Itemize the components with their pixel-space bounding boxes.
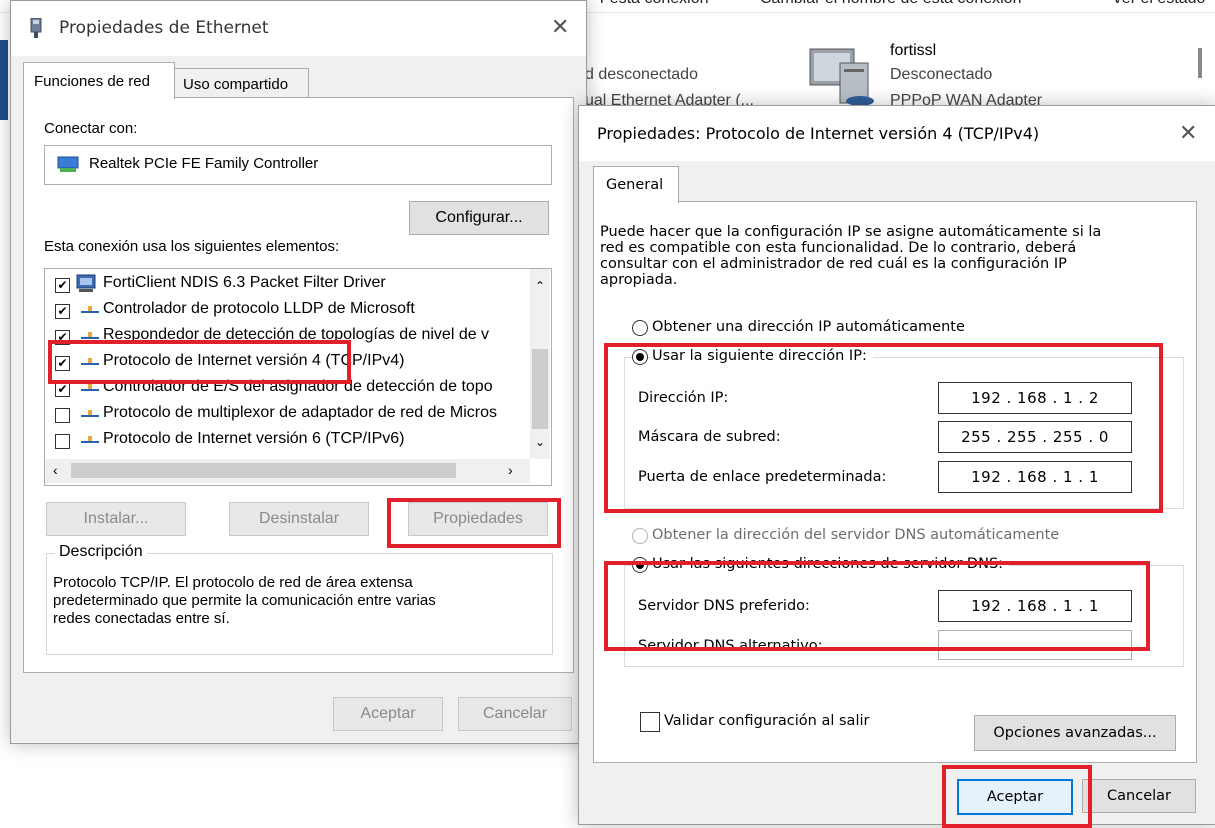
uninstall-button[interactable]: Desinstalar bbox=[229, 502, 369, 536]
item-label: Protocolo de Internet versión 6 (TCP/IPv… bbox=[103, 430, 405, 447]
intro-line: consultar con el administrador de red cu… bbox=[600, 256, 1067, 272]
dialog-title: Propiedades: Protocolo de Internet versi… bbox=[597, 124, 1040, 143]
dns-manual-radio[interactable] bbox=[632, 557, 648, 573]
scroll-right-icon[interactable]: › bbox=[508, 462, 513, 478]
horizontal-scrollbar[interactable]: ‹ › bbox=[45, 459, 530, 483]
scrollbar-thumb[interactable] bbox=[532, 349, 548, 429]
checkbox[interactable]: ✔ bbox=[55, 356, 70, 371]
dns-auto-radio[interactable] bbox=[632, 528, 648, 544]
ok-button[interactable]: Aceptar bbox=[333, 697, 443, 731]
elements-label: Esta conexión usa los siguientes element… bbox=[44, 238, 340, 255]
tab-general[interactable]: General bbox=[593, 166, 679, 203]
install-button[interactable]: Instalar... bbox=[46, 502, 186, 536]
adapter-field: Realtek PCIe FE Family Controller bbox=[44, 145, 552, 185]
close-icon[interactable]: ✕ bbox=[1179, 122, 1197, 144]
advanced-options-button[interactable]: Opciones avanzadas... bbox=[974, 715, 1176, 751]
ip-auto-radio[interactable] bbox=[632, 320, 648, 336]
checkbox[interactable]: ✔ bbox=[55, 330, 70, 345]
description-line: redes conectadas entre sí. bbox=[53, 610, 230, 627]
scroll-down-icon[interactable]: ⌄ bbox=[535, 435, 545, 449]
checkbox[interactable] bbox=[55, 434, 70, 449]
protocol-icon bbox=[81, 332, 99, 339]
tab-label: Uso compartido bbox=[183, 76, 289, 93]
close-icon[interactable]: ✕ bbox=[551, 16, 569, 38]
preferred-dns-input[interactable]: 192 . 168 . 1 . 1 bbox=[938, 590, 1132, 622]
gateway-label: Puerta de enlace predeterminada: bbox=[638, 469, 887, 485]
title-bar: Propiedades de Ethernet ✕ bbox=[11, 1, 586, 56]
connection-status-right: Desconectado bbox=[890, 66, 993, 83]
configure-button[interactable]: Configurar... bbox=[409, 201, 549, 235]
scrollbar-thumb[interactable] bbox=[71, 463, 456, 478]
scroll-up-icon[interactable]: ⌃ bbox=[535, 279, 545, 293]
item-label: Respondedor de detección de topologías d… bbox=[103, 326, 490, 343]
ip-manual-label[interactable]: Usar la siguiente dirección IP: bbox=[652, 348, 873, 364]
dns-manual-label[interactable]: Usar las siguientes direcciones de servi… bbox=[652, 556, 1010, 572]
intro-line: apropiada. bbox=[600, 272, 678, 288]
item-label: Controlador de protocolo LLDP de Microso… bbox=[103, 300, 415, 317]
network-adapter-icon bbox=[30, 18, 42, 38]
scroll-left-icon[interactable]: ‹ bbox=[53, 462, 58, 478]
forticlient-icon bbox=[76, 274, 96, 292]
protocol-icon bbox=[81, 358, 99, 365]
ethernet-properties-dialog: Propiedades de Ethernet ✕ Funciones de r… bbox=[10, 0, 587, 744]
tab-network-functions[interactable]: Funciones de red bbox=[23, 62, 175, 99]
item-label: Protocolo de multiplexor de adaptador de… bbox=[103, 404, 497, 421]
connection-name: fortissl bbox=[890, 42, 937, 59]
command-partial-left[interactable]: r esta conexión bbox=[600, 0, 709, 8]
cancel-button[interactable]: Cancelar bbox=[1082, 779, 1196, 813]
item-label: Protocolo de Internet versión 4 (TCP/IPv… bbox=[103, 352, 405, 369]
checkbox[interactable] bbox=[55, 408, 70, 423]
dialog-title: Propiedades de Ethernet bbox=[59, 18, 269, 38]
description-line: Protocolo TCP/IP. El protocolo de red de… bbox=[53, 574, 413, 591]
checkbox[interactable]: ✔ bbox=[55, 382, 70, 397]
description-line: predeterminado que permite la comunicaci… bbox=[53, 592, 436, 609]
checkbox[interactable]: ✔ bbox=[55, 278, 70, 293]
vpn-connection-icon[interactable] bbox=[806, 45, 878, 107]
alternate-dns-label: Servidor DNS alternativo: bbox=[638, 638, 823, 654]
dns-auto-label[interactable]: Obtener la dirección del servidor DNS au… bbox=[652, 527, 1059, 543]
network-card-icon bbox=[57, 156, 79, 172]
general-panel: Puede hacer que la configuración IP se a… bbox=[593, 201, 1197, 763]
intro-line: red es compatible con esta funcionalidad… bbox=[600, 240, 1077, 256]
connection-status: d desconectado bbox=[585, 66, 698, 83]
ipv4-properties-dialog: Propiedades: Protocolo de Internet versi… bbox=[578, 105, 1215, 825]
connect-with-label: Conectar con: bbox=[44, 120, 138, 137]
tab-label: General bbox=[606, 177, 664, 193]
cancel-button[interactable]: Cancelar bbox=[458, 697, 572, 731]
subnet-mask-label: Máscara de subred: bbox=[638, 429, 781, 445]
alternate-dns-input[interactable]: . . . bbox=[938, 630, 1132, 660]
vertical-scrollbar[interactable]: ⌃ ⌄ bbox=[530, 269, 550, 459]
ip-auto-label[interactable]: Obtener una dirección IP automáticamente bbox=[652, 319, 965, 335]
item-label: FortiClient NDIS 6.3 Packet Filter Drive… bbox=[103, 274, 386, 291]
preferred-dns-label: Servidor DNS preferido: bbox=[638, 598, 810, 614]
ip-manual-radio[interactable] bbox=[632, 349, 648, 365]
checkbox[interactable]: ✔ bbox=[55, 304, 70, 319]
tab-sharing[interactable]: Uso compartido bbox=[174, 68, 309, 99]
view-status-link[interactable]: Ver el estado bbox=[1112, 0, 1205, 8]
properties-button[interactable]: Propiedades bbox=[408, 502, 548, 536]
gateway-input[interactable]: 192 . 168 . 1 . 1 bbox=[938, 461, 1132, 493]
description-legend: Descripción bbox=[55, 543, 147, 561]
next-connection-icon bbox=[1198, 48, 1202, 78]
validate-label[interactable]: Validar configuración al salir bbox=[664, 713, 869, 729]
tab-label: Funciones de red bbox=[34, 73, 150, 90]
ok-button[interactable]: Aceptar bbox=[957, 779, 1073, 815]
protocol-icon bbox=[81, 410, 99, 417]
subnet-mask-input[interactable]: 255 . 255 . 255 . 0 bbox=[938, 421, 1132, 453]
description-group: Descripción Protocolo TCP/IP. El protoco… bbox=[46, 543, 553, 655]
network-functions-panel: Conectar con: Realtek PCIe FE Family Con… bbox=[23, 97, 574, 673]
title-bar: Propiedades: Protocolo de Internet versi… bbox=[579, 106, 1215, 161]
window-edge bbox=[0, 40, 8, 120]
protocol-icon bbox=[81, 436, 99, 443]
components-list[interactable]: ✔ FortiClient NDIS 6.3 Packet Filter Dri… bbox=[44, 268, 552, 486]
item-label: Controlador de E/S del asignador de dete… bbox=[103, 378, 493, 395]
adapter-name: Realtek PCIe FE Family Controller bbox=[89, 155, 319, 172]
validate-checkbox[interactable] bbox=[640, 712, 660, 732]
intro-line: Puede hacer que la configuración IP se a… bbox=[600, 224, 1102, 240]
ip-address-input[interactable]: 192 . 168 . 1 . 2 bbox=[938, 382, 1132, 414]
protocol-icon bbox=[81, 384, 99, 391]
ip-address-label: Dirección IP: bbox=[638, 390, 729, 406]
protocol-icon bbox=[81, 306, 99, 313]
rename-connection-link[interactable]: Cambiar el nombre de esta conexión bbox=[760, 0, 1021, 8]
